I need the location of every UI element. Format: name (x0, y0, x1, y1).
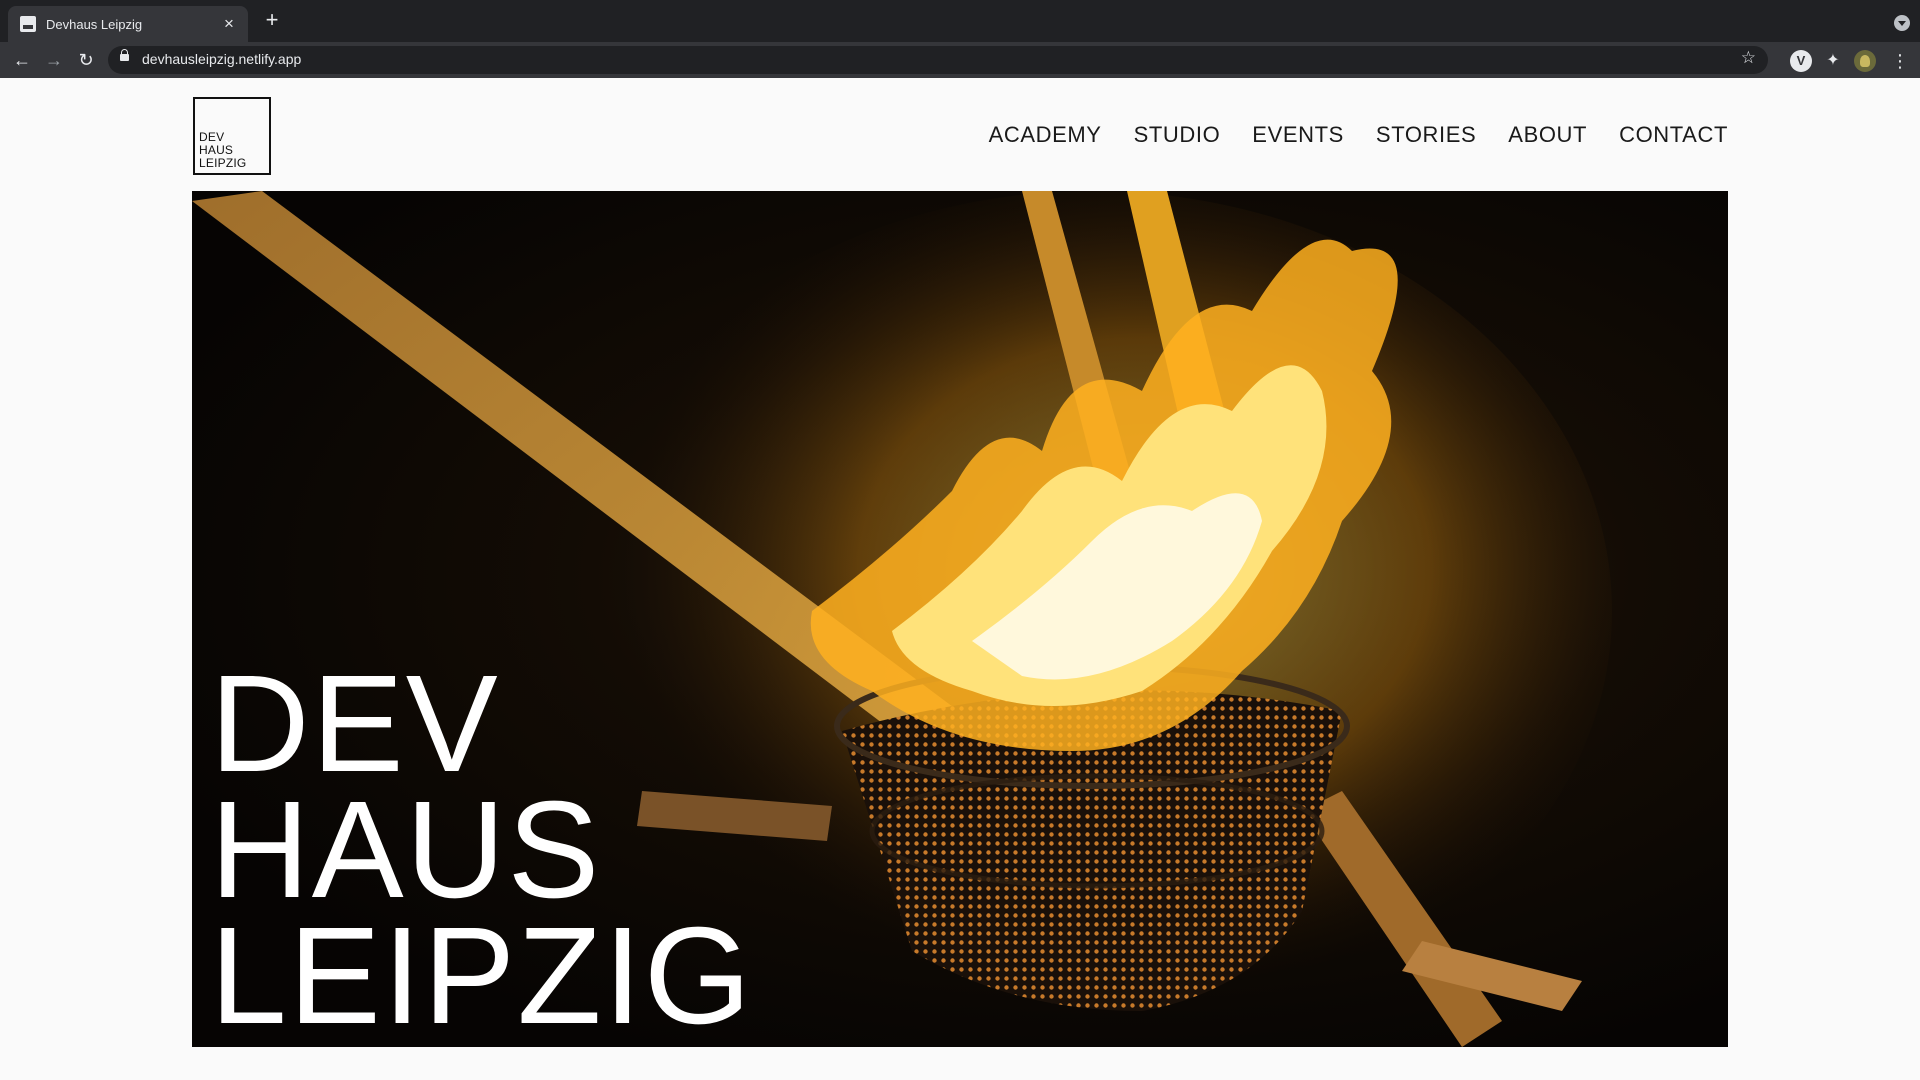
nav-events[interactable]: EVENTS (1252, 122, 1344, 148)
back-button[interactable]: ← (10, 48, 34, 72)
browser-menu-icon[interactable]: ⋮ (1890, 50, 1910, 72)
lock-icon[interactable] (120, 49, 129, 61)
nav-academy[interactable]: ACADEMY (989, 122, 1102, 148)
favicon-icon (20, 16, 36, 32)
hero-title: DEV HAUS LEIPZIG (210, 647, 754, 1047)
nav-stories[interactable]: STORIES (1376, 122, 1476, 148)
tab-title: Devhaus Leipzig (46, 16, 143, 32)
hero-title-line-dev: DEV (210, 647, 500, 801)
nav-about[interactable]: ABOUT (1508, 122, 1587, 148)
hero-title-line-leipzig: LEIPZIG (210, 899, 754, 1047)
logo-line-leipzig: LEIPZIG (199, 156, 247, 170)
main-navigation: ACADEMY STUDIO EVENTS STORIES ABOUT CONT… (989, 122, 1728, 148)
nav-studio[interactable]: STUDIO (1134, 122, 1221, 148)
web-page: DEV HAUS LEIPZIG ACADEMY STUDIO EVENTS S… (0, 78, 1920, 1080)
tab-search-icon[interactable] (1894, 15, 1910, 31)
forward-button[interactable]: → (42, 48, 66, 72)
address-bar[interactable]: devhausleipzig.netlify.app ☆ (108, 46, 1768, 74)
bookmark-star-icon[interactable]: ☆ (1741, 48, 1756, 68)
reload-button[interactable]: ↻ (74, 48, 98, 72)
browser-tab[interactable]: Devhaus Leipzig × (8, 6, 248, 42)
url-text[interactable]: devhausleipzig.netlify.app (142, 51, 301, 67)
browser-tab-bar: Devhaus Leipzig × + (0, 0, 1920, 42)
browser-toolbar: ← → ↻ devhausleipzig.netlify.app ☆ V ✦ ⋮ (0, 42, 1920, 78)
extensions-puzzle-icon[interactable]: ✦ (1822, 50, 1844, 72)
site-logo[interactable]: DEV HAUS LEIPZIG (193, 97, 271, 175)
hero-image-fire-basket: DEV HAUS LEIPZIG (192, 191, 1728, 1047)
profile-avatar[interactable] (1854, 50, 1876, 72)
new-tab-button[interactable]: + (260, 9, 284, 33)
extension-v-icon[interactable]: V (1790, 50, 1812, 72)
close-tab-button[interactable]: × (220, 14, 238, 34)
hero-title-line-haus: HAUS (210, 773, 602, 927)
nav-contact[interactable]: CONTACT (1619, 122, 1728, 148)
